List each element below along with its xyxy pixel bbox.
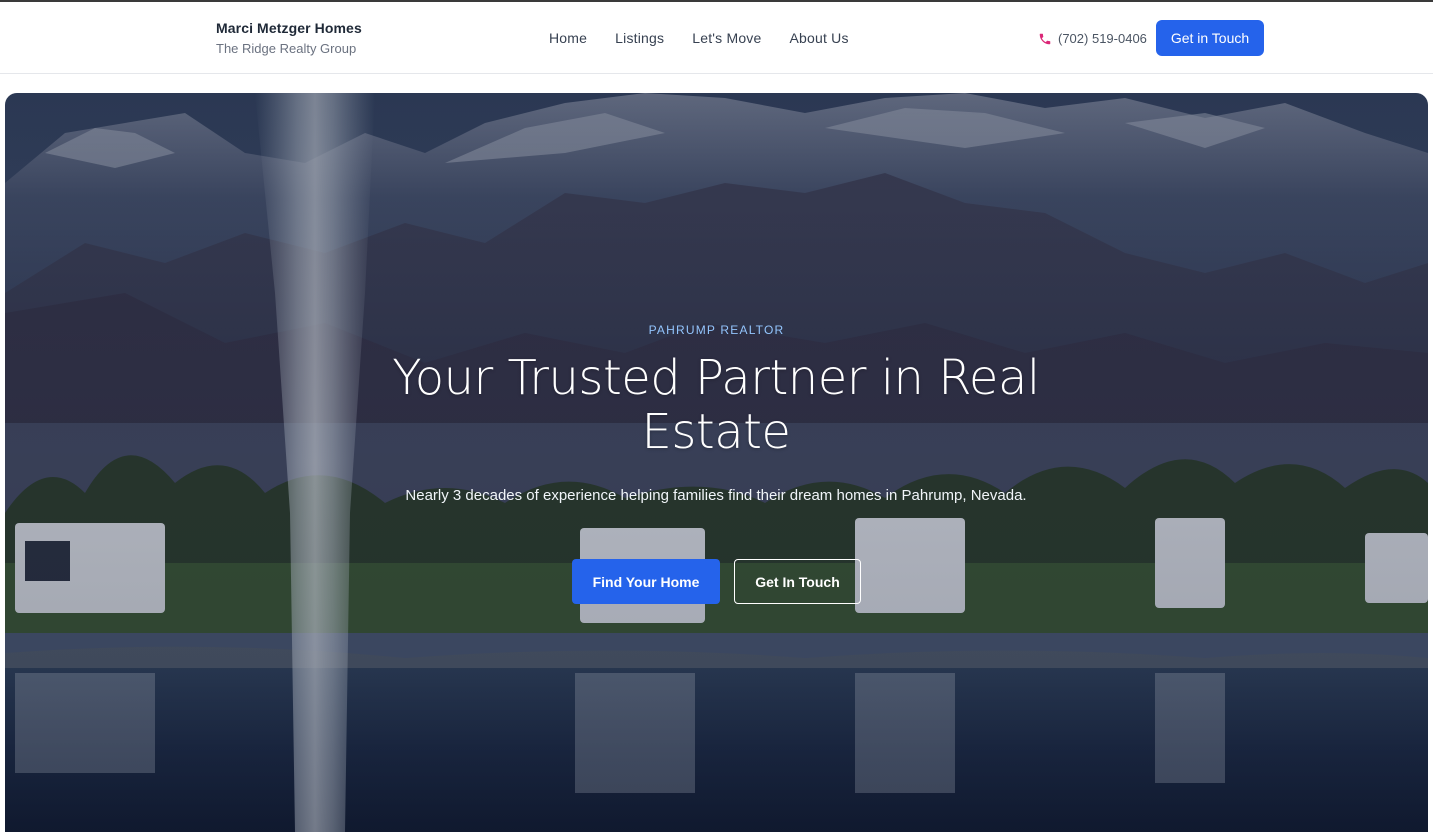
hero-title: Your Trusted Partner in Real Estate xyxy=(392,350,1040,460)
find-your-home-button[interactable]: Find Your Home xyxy=(572,559,720,604)
brand-subtitle: The Ridge Realty Group xyxy=(216,41,357,56)
hero-section: PAHRUMP REALTOR Your Trusted Partner in … xyxy=(5,93,1428,832)
nav-about-us[interactable]: About Us xyxy=(790,30,849,46)
brand-name[interactable]: Marci Metzger Homes xyxy=(216,20,362,36)
phone-number[interactable]: (702) 519-0406 xyxy=(1058,31,1147,46)
nav-listings[interactable]: Listings xyxy=(615,30,664,46)
hero-eyebrow: PAHRUMP REALTOR xyxy=(648,323,785,337)
site-header: Marci Metzger Homes The Ridge Realty Gro… xyxy=(0,2,1433,74)
phone-link[interactable]: (702) 519-0406 xyxy=(1038,31,1147,46)
main-nav: Home Listings Let's Move About Us xyxy=(549,30,849,46)
hero-get-in-touch-button[interactable]: Get In Touch xyxy=(734,559,861,604)
phone-icon xyxy=(1039,33,1051,44)
nav-home[interactable]: Home xyxy=(549,30,587,46)
hero-background-image xyxy=(5,93,1428,832)
nav-lets-move[interactable]: Let's Move xyxy=(692,30,761,46)
hero-subtitle: Nearly 3 decades of experience helping f… xyxy=(405,487,1027,504)
brand[interactable]: Marci Metzger Homes The Ridge Realty Gro… xyxy=(216,20,362,56)
get-in-touch-button[interactable]: Get in Touch xyxy=(1156,20,1264,56)
